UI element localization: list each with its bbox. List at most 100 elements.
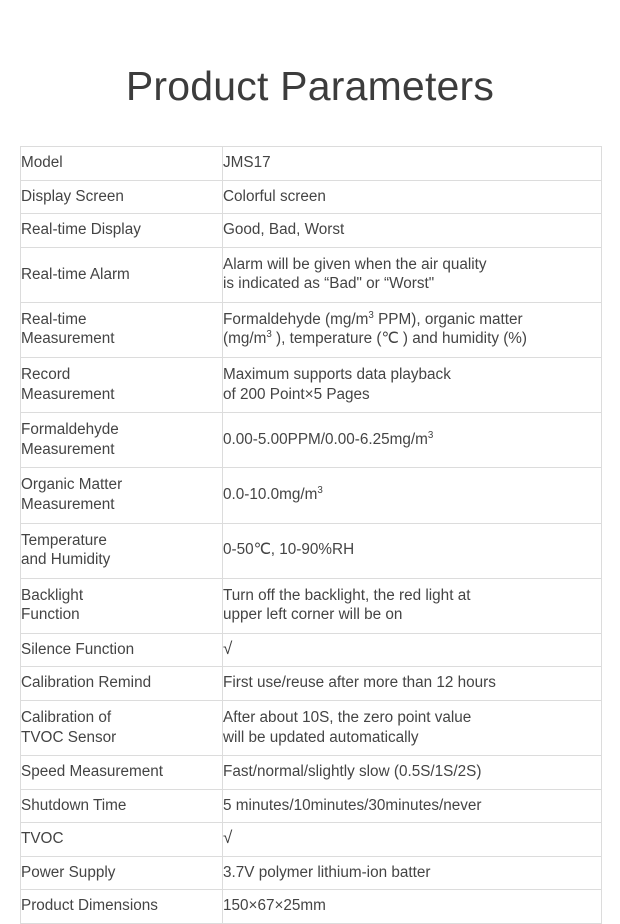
parameter-name-cell: Temperature and Humidity — [20, 522, 223, 579]
parameter-name-line: Shutdown Time — [21, 796, 127, 814]
parameter-value-cell: JMS17 — [222, 146, 602, 181]
table-row: Real-time Alarm Alarm will be given when … — [20, 246, 602, 303]
parameter-value-cell: 5 minutes/10minutes/30minutes/never — [222, 788, 602, 824]
parameter-name-cell: Real-time Display — [20, 213, 223, 248]
checkmark-icon: √ — [223, 638, 233, 658]
parameter-name-line: Power Supply — [21, 863, 116, 881]
parameter-name-cell: Calibration of TVOC Sensor — [20, 699, 223, 757]
table-row: Power Supply 3.7V polymer lithium-ion bat… — [20, 855, 602, 891]
parameter-name-cell: Display Screen — [20, 179, 223, 215]
parameter-value-cell: First use/reuse after more than 12 hours — [222, 666, 602, 701]
parameter-name-line: Backlight — [21, 586, 84, 604]
parameter-name-cell: Product Dimensions — [20, 889, 223, 924]
specifications-table: Model JMS17 Display Screen Colorful screen R… — [20, 146, 602, 924]
parameter-value-cell: 3.7V polymer lithium-ion batter — [222, 855, 602, 891]
specifications-table-container: Model JMS17 Display Screen Colorful screen R… — [20, 146, 602, 924]
parameter-name-cell: Real-time Alarm — [20, 246, 223, 303]
parameter-value-line: After about 10S, the zero point value — [223, 708, 472, 726]
table-row: Calibration of TVOC Sensor After about 10S… — [20, 699, 602, 757]
parameter-value-line: JMS17 — [223, 154, 271, 171]
table-row: Product Dimensions 150×67×25mm — [20, 889, 602, 924]
parameter-value-cell-check: √ — [222, 822, 602, 857]
parameter-value-cell: 0.0-10.0mg/m3 — [222, 467, 602, 524]
parameter-name-cell: TVOC — [20, 822, 223, 857]
parameter-name-cell: Speed Measurement — [20, 755, 223, 790]
parameter-value-line: 0-50℃, 10-90%RH — [223, 541, 355, 559]
parameter-name-line: Measurement — [21, 330, 115, 348]
parameter-value-cell: Good, Bad, Worst — [222, 213, 602, 248]
parameter-name-line: Speed Measurement — [21, 763, 164, 781]
parameter-name-line: Organic Matter — [21, 476, 123, 494]
parameter-name-line: Function — [21, 606, 80, 624]
parameter-value-line: will be updated automatically — [223, 728, 419, 746]
parameter-name-line: Real-time Display — [21, 221, 141, 239]
parameter-name-line: Real-time — [21, 310, 87, 328]
table-row: Organic Matter Measurement 0.0-10.0mg/m3 — [20, 467, 602, 524]
parameter-name-line: Product Dimensions — [21, 897, 158, 915]
table-row: Display Screen Colorful screen — [20, 179, 602, 215]
table-row: Silence Function √ — [20, 632, 602, 668]
parameter-value-line: 150×67×25mm — [223, 897, 326, 915]
specifications-table-body: Model JMS17 Display Screen Colorful screen R… — [20, 146, 602, 924]
parameter-name-line: Temperature — [21, 531, 107, 549]
parameter-name-cell: Backlight Function — [20, 577, 223, 634]
parameter-value-cell: Fast/normal/slightly slow (0.5S/1S/2S) — [222, 755, 602, 790]
parameter-value-line: upper left corner will be on — [223, 606, 403, 624]
parameter-value-cell: Formaldehyde (mg/m3 PPM), organic matter… — [222, 301, 602, 359]
parameter-name-cell: Silence Function — [20, 632, 223, 668]
parameter-name-cell: Formaldehyde Measurement — [20, 412, 223, 469]
table-row: Calibration Remind First use/reuse after … — [20, 666, 602, 701]
parameter-value-line: Turn off the backlight, the red light at — [223, 586, 471, 604]
table-row: Speed Measurement Fast/normal/slightly sl… — [20, 755, 602, 790]
parameter-name-line: Formaldehyde — [21, 421, 119, 439]
parameter-value-line: 5 minutes/10minutes/30minutes/never — [223, 796, 482, 814]
parameter-value-line: is indicated as “Bad" or “Worst" — [223, 275, 435, 293]
parameter-name-line: Measurement — [21, 440, 115, 458]
product-parameters-page: Product Parameters Model JMS17 Display Scr… — [0, 0, 620, 924]
parameter-value-line: Colorful screen — [223, 187, 326, 205]
parameter-value-line: Maximum supports data playback — [223, 366, 451, 384]
parameter-value-cell: After about 10S, the zero point value wil… — [222, 699, 602, 757]
parameter-value-line: 0.00-5.00PPM/0.00-6.25mg/m3 — [223, 429, 434, 448]
parameter-name-line: Model — [21, 154, 63, 171]
parameter-name-line: Calibration of — [21, 708, 112, 726]
table-row: Shutdown Time 5 minutes/10minutes/30minut… — [20, 788, 602, 824]
table-row: Formaldehyde Measurement 0.00-5.00PPM/0.00… — [20, 412, 602, 469]
table-row: Record Measurement Maximum supports data p… — [20, 357, 602, 414]
parameter-name-line: Measurement — [21, 495, 115, 513]
parameter-name-line: Display Screen — [21, 187, 124, 205]
parameter-value-line: 3.7V polymer lithium-ion batter — [223, 863, 431, 881]
parameter-name-line: Real-time Alarm — [21, 265, 130, 283]
parameter-name-line: TVOC — [21, 830, 64, 848]
parameter-name-line: Calibration Remind — [21, 674, 152, 692]
parameter-value-cell: 150×67×25mm — [222, 889, 602, 924]
parameter-value-line: Alarm will be given when the air quality — [223, 255, 487, 273]
page-title: Product Parameters — [125, 63, 495, 109]
parameter-value-line: of 200 Point×5 Pages — [223, 385, 370, 403]
parameter-value-line: Fast/normal/slightly slow (0.5S/1S/2S) — [223, 763, 482, 781]
parameter-value-line: Formaldehyde (mg/m3 PPM), organic matter — [223, 309, 523, 328]
parameter-value-cell: Alarm will be given when the air quality… — [222, 246, 602, 303]
table-row: TVOC √ — [20, 822, 602, 857]
parameter-name-line: and Humidity — [21, 551, 111, 569]
parameter-name-cell: Organic Matter Measurement — [20, 467, 223, 524]
parameter-value-line: Good, Bad, Worst — [223, 221, 345, 239]
table-row: Real-time Display Good, Bad, Worst — [20, 213, 602, 248]
table-row: Real-time Measurement Formaldehyde (mg/m3 … — [20, 301, 602, 359]
parameter-name-line: Measurement — [21, 385, 115, 403]
parameter-value-cell: 0-50℃, 10-90%RH — [222, 522, 602, 579]
parameter-value-cell-check: √ — [222, 632, 602, 668]
parameter-name-line: TVOC Sensor — [21, 728, 117, 746]
parameter-name-cell: Calibration Remind — [20, 666, 223, 701]
parameter-value-line: 0.0-10.0mg/m3 — [223, 485, 323, 504]
parameter-name-cell: Shutdown Time — [20, 788, 223, 824]
table-row: Temperature and Humidity 0-50℃, 10-90%RH — [20, 522, 602, 579]
parameter-value-cell: Colorful screen — [222, 179, 602, 215]
parameter-value-cell: Maximum supports data playback of 200 Poi… — [222, 357, 602, 414]
parameter-name-cell: Real-time Measurement — [20, 301, 223, 359]
parameter-name-cell: Record Measurement — [20, 357, 223, 414]
table-row: Model JMS17 — [20, 146, 602, 181]
parameter-name-line: Silence Function — [21, 640, 135, 658]
parameter-name-cell: Power Supply — [20, 855, 223, 891]
parameter-value-line: First use/reuse after more than 12 hours — [223, 674, 496, 692]
